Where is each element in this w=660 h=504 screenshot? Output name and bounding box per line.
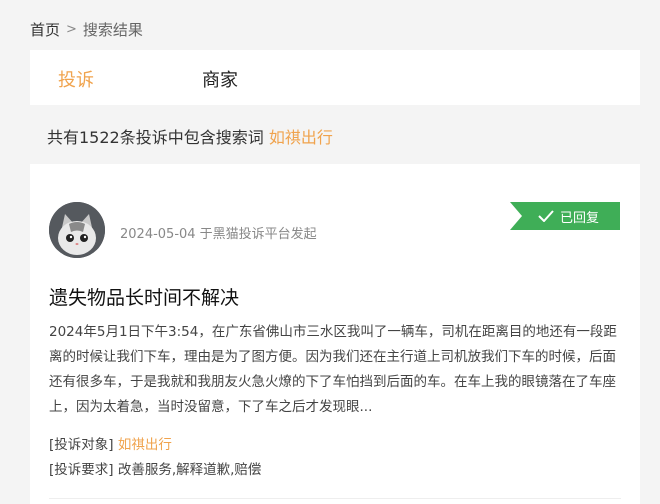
complaint-title[interactable]: 遗失物品长时间不解决 bbox=[49, 283, 239, 310]
complaint-target-link[interactable]: 如祺出行 bbox=[118, 437, 172, 453]
status-badge: 已回复 bbox=[510, 202, 620, 230]
check-icon bbox=[538, 210, 554, 222]
complaint-content[interactable]: 2024年5月1日下午3:54，在广东省佛山市三水区我叫了一辆车，司机在距离目的… bbox=[49, 320, 624, 420]
complaint-meta: 2024-05-04 于黑猫投诉平台发起 bbox=[120, 227, 317, 242]
tab-complaints[interactable]: 投诉 bbox=[58, 66, 94, 92]
complaint-request-label: [投诉要求] bbox=[49, 462, 114, 478]
complaint-target-row: [投诉对象] 如祺出行 bbox=[49, 433, 172, 453]
result-tabs: 投诉 商家 bbox=[30, 50, 640, 105]
complaint-request-value: 改善服务,解释道歉,赔偿 bbox=[117, 462, 262, 478]
summary-keyword: 如祺出行 bbox=[268, 128, 333, 147]
breadcrumb-home-link[interactable]: 首页 bbox=[30, 19, 60, 40]
avatar bbox=[49, 202, 105, 258]
breadcrumb: 首页 > 搜索结果 bbox=[30, 19, 143, 40]
breadcrumb-separator: > bbox=[66, 22, 77, 37]
complaint-card[interactable]: 2024-05-04 于黑猫投诉平台发起 已回复 遗失物品长时间不解决 2024… bbox=[30, 164, 640, 504]
tab-merchants[interactable]: 商家 bbox=[202, 66, 238, 92]
complaint-target-label: [投诉对象] bbox=[49, 437, 114, 453]
summary-text: 共有1522条投诉中包含搜索词 bbox=[47, 128, 264, 147]
status-badge-label: 已回复 bbox=[560, 210, 600, 226]
breadcrumb-current: 搜索结果 bbox=[82, 21, 143, 39]
card-divider bbox=[49, 498, 621, 499]
cat-avatar-icon bbox=[49, 202, 105, 258]
search-summary: 共有1522条投诉中包含搜索词 如祺出行 bbox=[47, 124, 333, 148]
complaint-request-row: [投诉要求] 改善服务,解释道歉,赔偿 bbox=[49, 458, 261, 478]
